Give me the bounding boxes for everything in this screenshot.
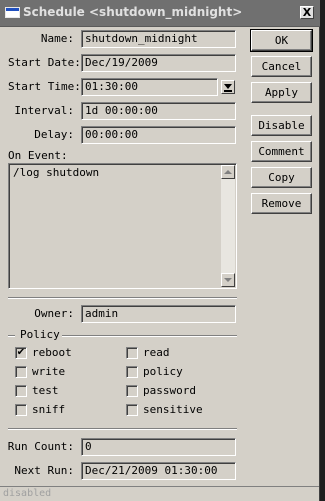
start-date-label: Start Date: <box>8 56 81 69</box>
background-window-edge <box>320 0 325 501</box>
copy-button[interactable]: Copy <box>251 167 312 188</box>
name-field[interactable]: shutdown_midnight <box>81 30 236 48</box>
checkbox-reboot[interactable]: ✔ <box>15 347 27 359</box>
checkbox-test-label: test <box>32 384 59 397</box>
remove-button[interactable]: Remove <box>251 193 312 214</box>
status-bar: disabled <box>0 486 319 501</box>
divider <box>8 297 237 299</box>
next-run-label: Next Run: <box>14 464 74 477</box>
run-count-label: Run Count: <box>7 440 74 453</box>
status-text: disabled <box>3 488 52 499</box>
checkbox-policy-label: policy <box>143 365 183 378</box>
start-time-field[interactable]: 01:30:00 <box>81 78 218 96</box>
cancel-button[interactable]: Cancel <box>251 56 312 77</box>
checkbox-read-label: read <box>143 346 170 359</box>
on-event-textarea[interactable]: /log shutdown <box>8 163 237 289</box>
start-time-label: Start Time: <box>8 80 81 93</box>
title-bar[interactable]: Schedule <shutdown_midnight> X <box>0 0 320 27</box>
checkbox-sniff-label: sniff <box>32 403 66 416</box>
scroll-up-icon[interactable] <box>221 165 235 179</box>
close-icon[interactable]: X <box>300 6 314 19</box>
interval-label: Interval: <box>14 104 74 117</box>
checkbox-write-label: write <box>32 365 66 378</box>
delay-label: Delay: <box>34 128 74 141</box>
disable-button[interactable]: Disable <box>251 115 312 136</box>
ok-button[interactable]: OK <box>250 29 313 52</box>
delay-field[interactable]: 00:00:00 <box>81 126 236 144</box>
policy-title: Policy <box>20 328 60 341</box>
checkbox-read[interactable] <box>126 347 138 359</box>
owner-field[interactable]: admin <box>81 305 236 323</box>
chevron-down-icon[interactable] <box>221 80 235 94</box>
checkbox-sniff[interactable] <box>15 404 27 416</box>
start-date-field[interactable]: Dec/19/2009 <box>81 54 236 72</box>
checkbox-password-label: password <box>143 384 196 397</box>
window-title: Schedule <shutdown_midnight> <box>23 5 243 19</box>
comment-button[interactable]: Comment <box>251 141 312 162</box>
policy-line-right <box>62 335 237 337</box>
checkbox-policy[interactable] <box>126 366 138 378</box>
interval-field[interactable]: 1d 00:00:00 <box>81 102 236 120</box>
checkbox-reboot-label: reboot <box>32 346 72 359</box>
on-event-text: /log shutdown <box>13 166 100 179</box>
schedule-dialog: Schedule <shutdown_midnight> X Name: shu… <box>0 0 320 501</box>
scroll-down-icon[interactable] <box>221 273 235 287</box>
vertical-scrollbar[interactable] <box>221 165 235 287</box>
checkbox-sensitive[interactable] <box>126 404 138 416</box>
checkbox-write[interactable] <box>15 366 27 378</box>
name-label: Name: <box>40 32 74 45</box>
checkbox-password[interactable] <box>126 385 138 397</box>
window-icon <box>5 7 20 18</box>
policy-line-left <box>8 335 15 337</box>
run-count-field: 0 <box>81 438 236 456</box>
next-run-field: Dec/21/2009 01:30:00 <box>81 462 236 480</box>
checkbox-test[interactable] <box>15 385 27 397</box>
checkbox-sensitive-label: sensitive <box>143 403 203 416</box>
divider <box>8 428 237 430</box>
apply-button[interactable]: Apply <box>251 82 312 103</box>
owner-label: Owner: <box>34 307 74 320</box>
